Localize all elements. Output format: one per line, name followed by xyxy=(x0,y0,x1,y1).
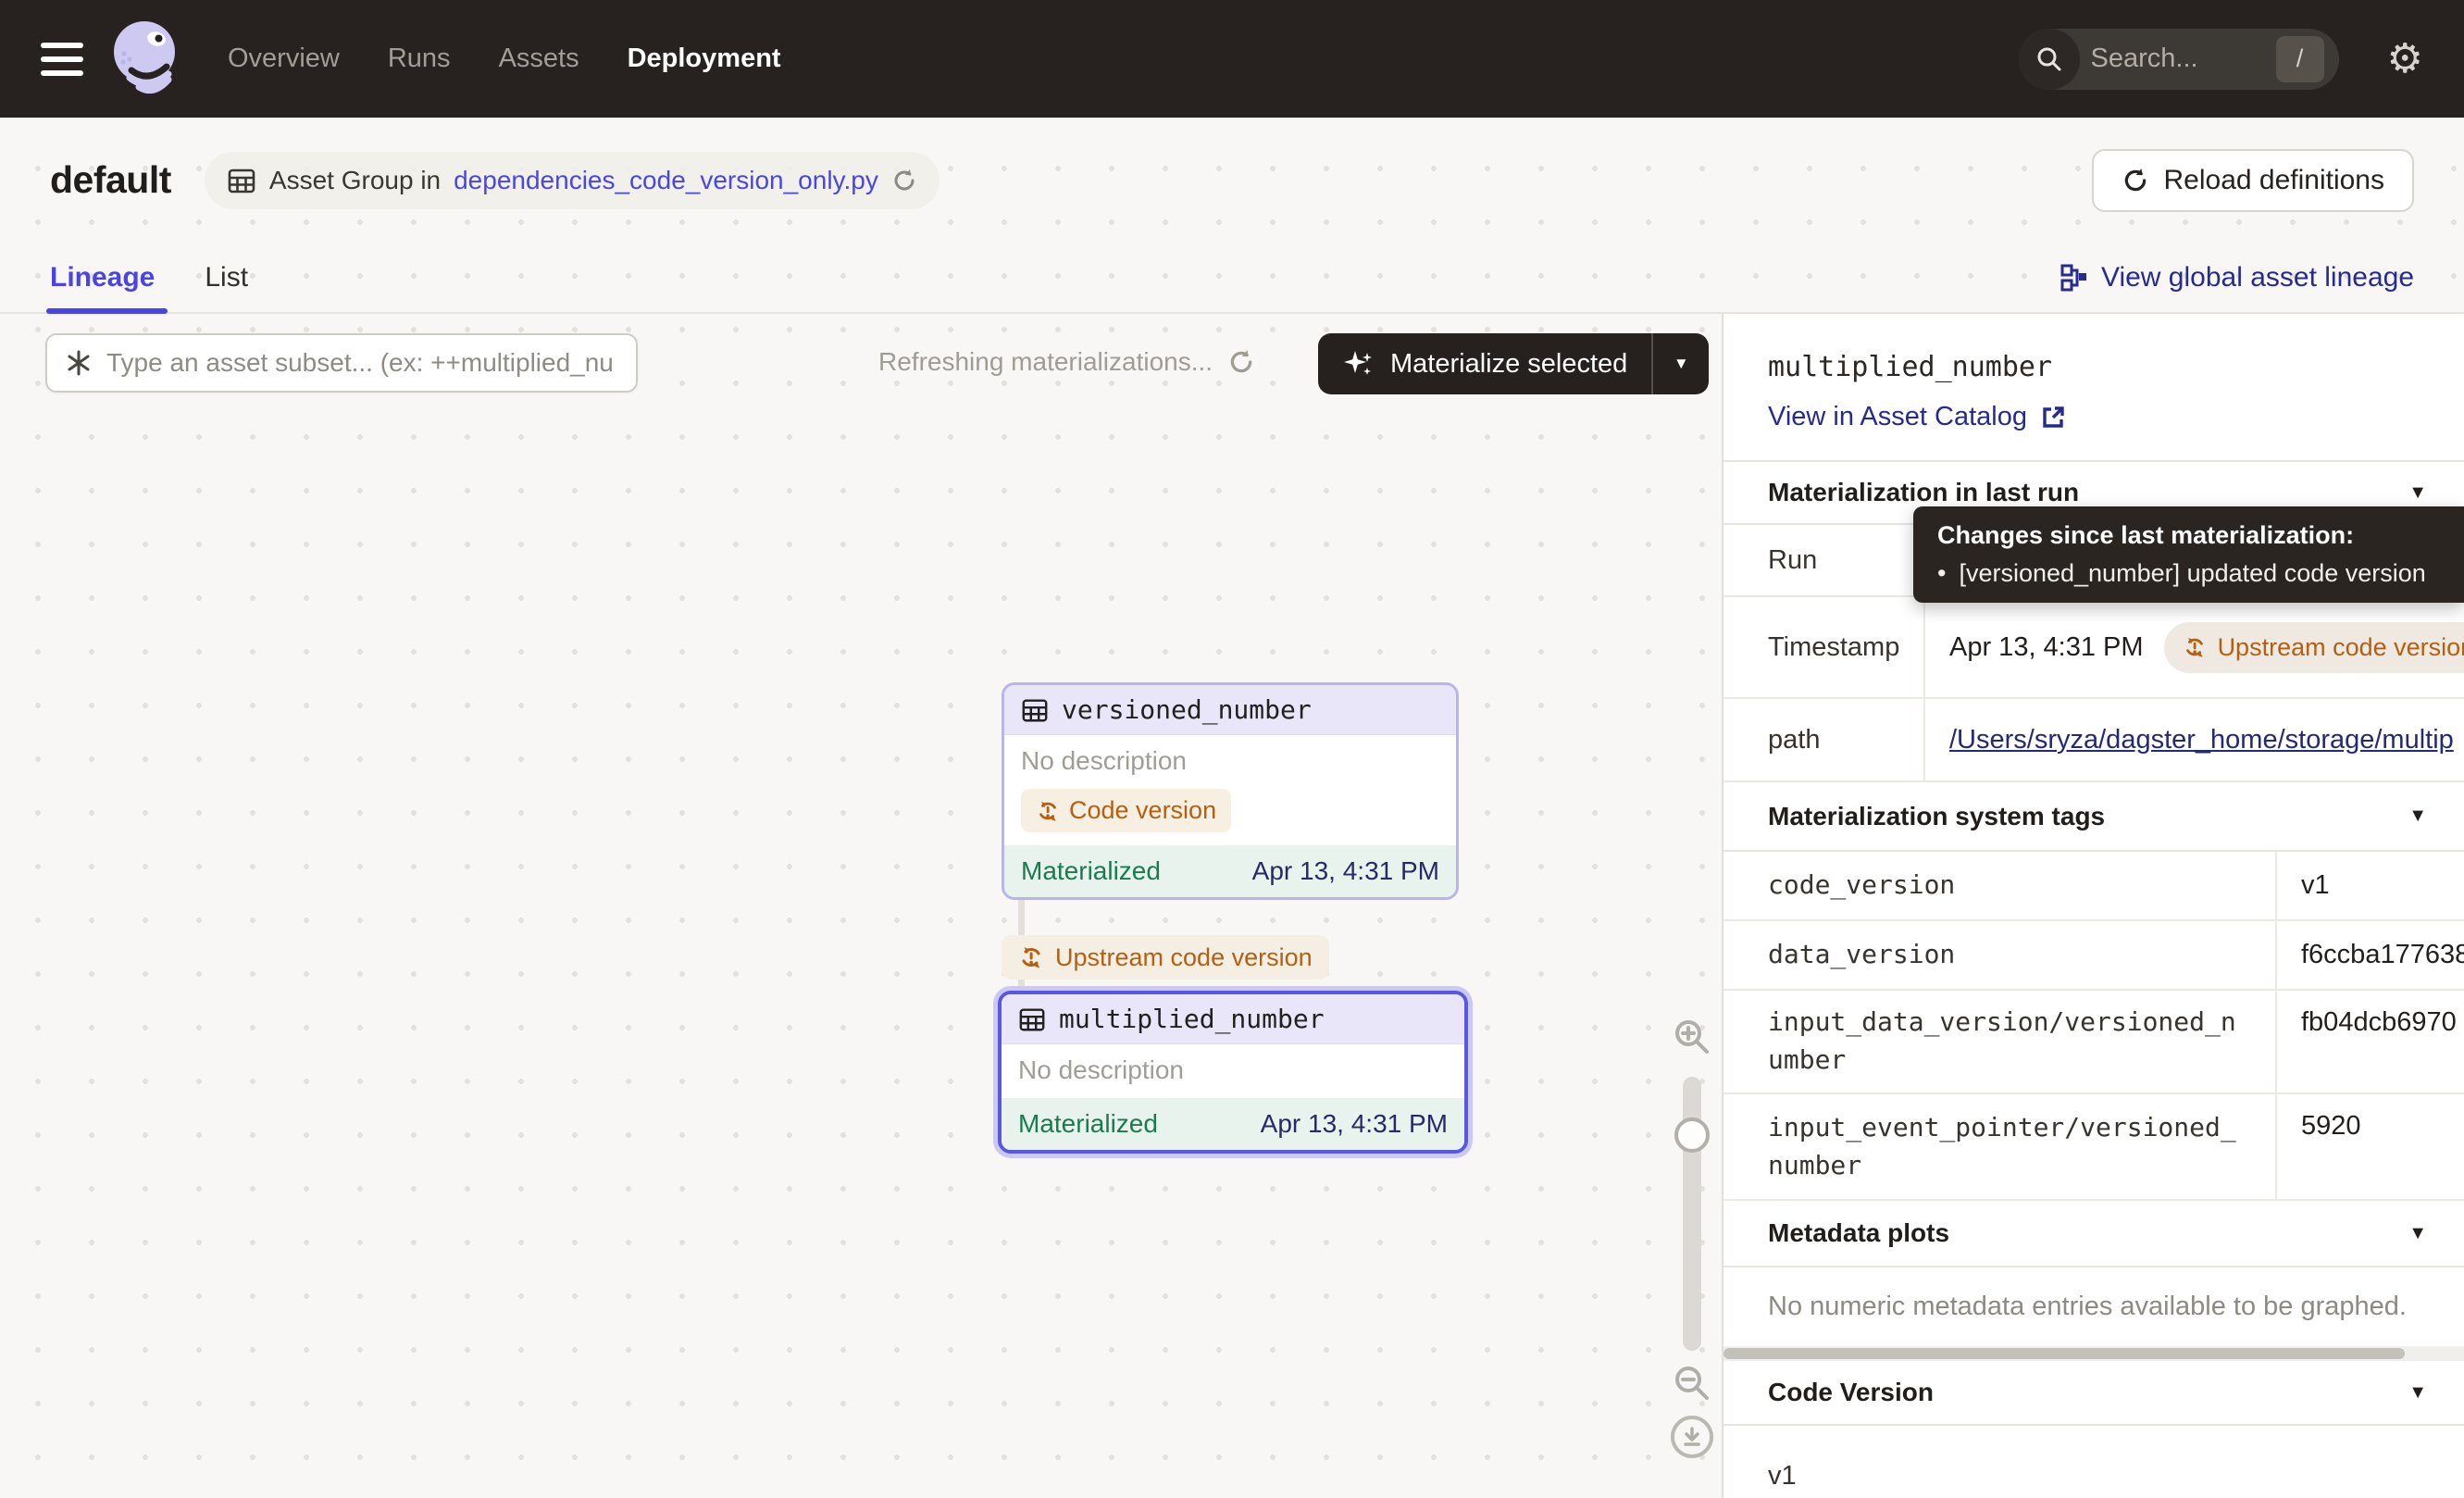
materialized-timestamp: Apr 13, 4:31 PM xyxy=(1252,856,1439,886)
table-icon xyxy=(1018,1005,1046,1033)
view-global-asset-lineage-link[interactable]: View global asset lineage xyxy=(2060,262,2414,293)
materialized-timestamp: Apr 13, 4:31 PM xyxy=(1261,1109,1448,1139)
tab-list[interactable]: List xyxy=(205,243,248,312)
tab-lineage[interactable]: Lineage xyxy=(50,243,155,312)
code-version-value: v1 xyxy=(1724,1426,2464,1498)
search-input[interactable]: Search... / xyxy=(2019,29,2339,90)
graph-zoom-controls xyxy=(1662,1017,1722,1458)
zoom-out-icon[interactable] xyxy=(1673,1364,1711,1403)
nav-item-assets[interactable]: Assets xyxy=(499,44,579,74)
collapse-caret-icon[interactable]: ▼ xyxy=(2408,805,2427,827)
refresh-icon[interactable] xyxy=(891,168,917,193)
asset-group-badge: Asset Group in dependencies_code_version… xyxy=(205,152,940,209)
tag-row-input-event-pointer: input_event_pointer/versioned_number 592… xyxy=(1724,1094,2464,1201)
table-icon xyxy=(227,166,256,195)
nav-item-runs[interactable]: Runs xyxy=(388,44,451,74)
search-placeholder: Search... xyxy=(2080,44,2276,74)
row-timestamp: Timestamp Apr 13, 4:31 PM Upstream xyxy=(1724,597,2464,699)
path-link[interactable]: /Users/sryza/dagster_home/storage/multip xyxy=(1949,725,2454,755)
asset-description: No description xyxy=(1018,1055,1448,1085)
asset-subset-filter[interactable] xyxy=(45,333,638,393)
view-tabs: Lineage List View global asset lineage xyxy=(0,243,2464,314)
scrollbar-thumb[interactable] xyxy=(1724,1348,2405,1359)
panel-asset-title: multiplied_number xyxy=(1768,351,2464,383)
gear-icon[interactable]: ⚙ xyxy=(2387,39,2423,80)
search-shortcut-key: / xyxy=(2276,36,2324,82)
materialized-status: Materialized xyxy=(1018,1109,1158,1139)
download-graph-icon[interactable] xyxy=(1671,1416,1713,1458)
refresh-icon[interactable] xyxy=(1227,348,1255,376)
timestamp-value: Apr 13, 4:31 PM xyxy=(1949,632,2144,663)
page-title: default xyxy=(50,158,171,202)
asset-subset-input[interactable] xyxy=(106,348,619,378)
asset-name: multiplied_number xyxy=(1059,1004,1325,1034)
asset-group-file-link[interactable]: dependencies_code_version_only.py xyxy=(454,166,878,195)
page-header: default Asset Group in dependencies_code… xyxy=(0,118,2464,243)
asset-group-prefix: Asset Group in xyxy=(269,166,441,195)
top-nav: Overview Runs Assets Deployment Search..… xyxy=(0,0,2464,118)
page-body: default Asset Group in dependencies_code… xyxy=(0,118,2464,1498)
collapse-caret-icon[interactable]: ▼ xyxy=(2408,482,2427,504)
sync-alert-icon xyxy=(1036,799,1060,823)
materialize-selected-button[interactable]: Materialize selected ▼ xyxy=(1318,333,1709,394)
changes-tooltip: Changes since last materialization: [ver… xyxy=(1913,506,2464,603)
tag-row-input-data-version: input_data_version/versioned_number fb04… xyxy=(1724,991,2464,1094)
asset-description: No description xyxy=(1021,746,1439,776)
zoom-in-icon[interactable] xyxy=(1673,1017,1711,1056)
sparkle-icon xyxy=(1342,347,1375,381)
collapse-caret-icon[interactable]: ▼ xyxy=(2408,1382,2427,1404)
row-path: path /Users/sryza/dagster_home/storage/m… xyxy=(1724,699,2464,782)
reload-definitions-button[interactable]: Reload definitions xyxy=(2092,149,2415,212)
materialized-status: Materialized xyxy=(1021,856,1161,886)
tag-row-data-version: data_version f6ccba177638 xyxy=(1724,921,2464,991)
nav-item-overview[interactable]: Overview xyxy=(228,44,340,74)
dagster-logo-icon[interactable] xyxy=(107,17,185,102)
section-code-version: Code Version ▼ xyxy=(1724,1361,2464,1426)
search-icon xyxy=(2019,29,2080,90)
external-link-icon xyxy=(2040,405,2066,431)
sync-alert-icon xyxy=(1018,944,1044,970)
section-system-tags: Materialization system tags ▼ xyxy=(1724,782,2464,852)
table-icon xyxy=(1021,696,1049,724)
materialize-dropdown-caret[interactable]: ▼ xyxy=(1653,333,1709,394)
asset-name: versioned_number xyxy=(1062,694,1312,725)
view-in-asset-catalog-link[interactable]: View in Asset Catalog xyxy=(1768,402,2464,432)
refresh-status: Refreshing materializations... xyxy=(878,347,1255,377)
lineage-graph-pane[interactable]: Refreshing materializations... Materiali… xyxy=(0,314,1724,1498)
nav-links: Overview Runs Assets Deployment xyxy=(228,44,781,74)
sync-alert-icon xyxy=(2183,635,2207,659)
asset-detail-panel: multiplied_number View in Asset Catalog … xyxy=(1724,314,2464,1498)
nav-item-deployment[interactable]: Deployment xyxy=(628,44,781,74)
asset-node-multiplied-number[interactable]: multiplied_number No description Materia… xyxy=(998,991,1468,1154)
collapse-caret-icon[interactable]: ▼ xyxy=(2408,1223,2427,1244)
code-version-chip: Code version xyxy=(1021,789,1231,832)
section-metadata-plots: Metadata plots ▼ xyxy=(1724,1201,2464,1267)
menu-icon[interactable] xyxy=(41,43,83,76)
asset-filter-icon xyxy=(64,348,93,378)
zoom-slider[interactable] xyxy=(1683,1077,1701,1351)
lineage-graph-icon xyxy=(2060,264,2088,292)
zoom-slider-handle[interactable] xyxy=(1674,1117,1710,1153)
metadata-plots-empty: No numeric metadata entries available to… xyxy=(1724,1267,2464,1346)
asset-node-versioned-number[interactable]: versioned_number No description Code ver… xyxy=(1002,682,1459,900)
horizontal-scrollbar[interactable] xyxy=(1724,1346,2464,1361)
upstream-code-version-badge: Upstream code version xyxy=(1002,935,1329,980)
upstream-code-version-badge: Upstream code version xyxy=(2164,622,2464,673)
tag-row-code-version: code_version v1 xyxy=(1724,852,2464,921)
